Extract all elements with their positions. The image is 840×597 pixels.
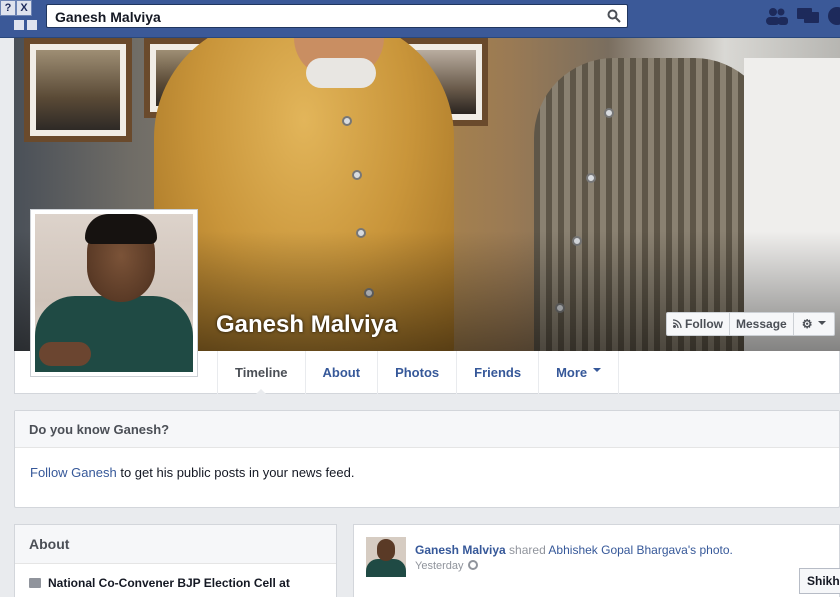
window-buttons: ? X [0, 0, 32, 16]
tab-photos[interactable]: Photos [377, 351, 456, 394]
message-button[interactable]: Message [730, 313, 794, 335]
gear-icon: ⚙ [801, 317, 813, 331]
tab-about[interactable]: About [304, 351, 378, 394]
post-timestamp[interactable]: Yesterday [415, 560, 464, 572]
notifications-icon[interactable] [826, 6, 840, 26]
know-card-text: to get his public posts in your news fee… [116, 465, 355, 480]
coat-button [586, 173, 596, 183]
briefcase-icon [29, 578, 41, 588]
follow-link[interactable]: Follow Ganesh [30, 465, 117, 480]
settings-button[interactable]: ⚙ [794, 313, 834, 335]
chevron-down-icon [817, 321, 826, 329]
home-icon[interactable] [14, 18, 38, 32]
rss-icon [672, 319, 682, 329]
profile-actions: Follow Message ⚙ [666, 312, 835, 336]
cover-beard [306, 58, 376, 88]
avatar-hair [85, 214, 157, 244]
about-work-text: National Co-Convener BJP Election Cell a… [48, 576, 290, 590]
messages-icon[interactable] [796, 6, 820, 26]
chat-tab[interactable]: Shikha [799, 568, 840, 594]
story-card: Ganesh Malviya shared Abhishek Gopal Bha… [353, 524, 840, 597]
tab-more[interactable]: More [538, 351, 620, 394]
coat-button [604, 108, 614, 118]
about-work-item: National Co-Convener BJP Election Cell a… [29, 576, 290, 590]
search-bar[interactable]: Ganesh Malviya [46, 4, 628, 28]
post-meta: Yesterday [415, 560, 478, 572]
globe-icon[interactable] [467, 560, 478, 570]
post-avatar[interactable] [366, 537, 406, 577]
coat-button [342, 116, 352, 126]
follow-button[interactable]: Follow [667, 313, 730, 335]
know-card: Do you know Ganesh? Follow Ganesh to get… [14, 410, 840, 508]
avatar-hand [39, 342, 91, 366]
know-card-body: Follow Ganesh to get his public posts in… [15, 448, 839, 480]
about-card: About National Co-Convener BJP Election … [14, 524, 337, 597]
post-author-link[interactable]: Ganesh Malviya [415, 543, 506, 557]
post-target-link[interactable]: Abhishek Gopal Bhargava's photo. [548, 543, 732, 557]
tab-friends[interactable]: Friends [456, 351, 538, 394]
friend-requests-icon[interactable] [764, 6, 788, 26]
follow-label: Follow [685, 317, 723, 331]
profile-picture[interactable] [30, 209, 198, 377]
know-card-title: Do you know Ganesh? [15, 411, 839, 448]
tab-timeline[interactable]: Timeline [217, 351, 305, 395]
message-label: Message [736, 317, 787, 331]
caret-down-icon [593, 368, 602, 376]
post-headline: Ganesh Malviya shared Abhishek Gopal Bha… [415, 543, 733, 557]
top-bar: ? X Ganesh Malviya [0, 0, 840, 38]
post-verb: shared [505, 543, 549, 557]
search-input[interactable]: Ganesh Malviya [55, 9, 161, 25]
tab-more-label: More [556, 365, 588, 380]
portrait-frame [24, 38, 132, 142]
coat-button [352, 170, 362, 180]
search-icon[interactable] [607, 9, 621, 23]
window-help-button[interactable]: ? [0, 0, 16, 16]
window-close-button[interactable]: X [16, 0, 32, 16]
profile-name[interactable]: Ganesh Malviya [216, 311, 397, 339]
about-title[interactable]: About [15, 525, 336, 564]
